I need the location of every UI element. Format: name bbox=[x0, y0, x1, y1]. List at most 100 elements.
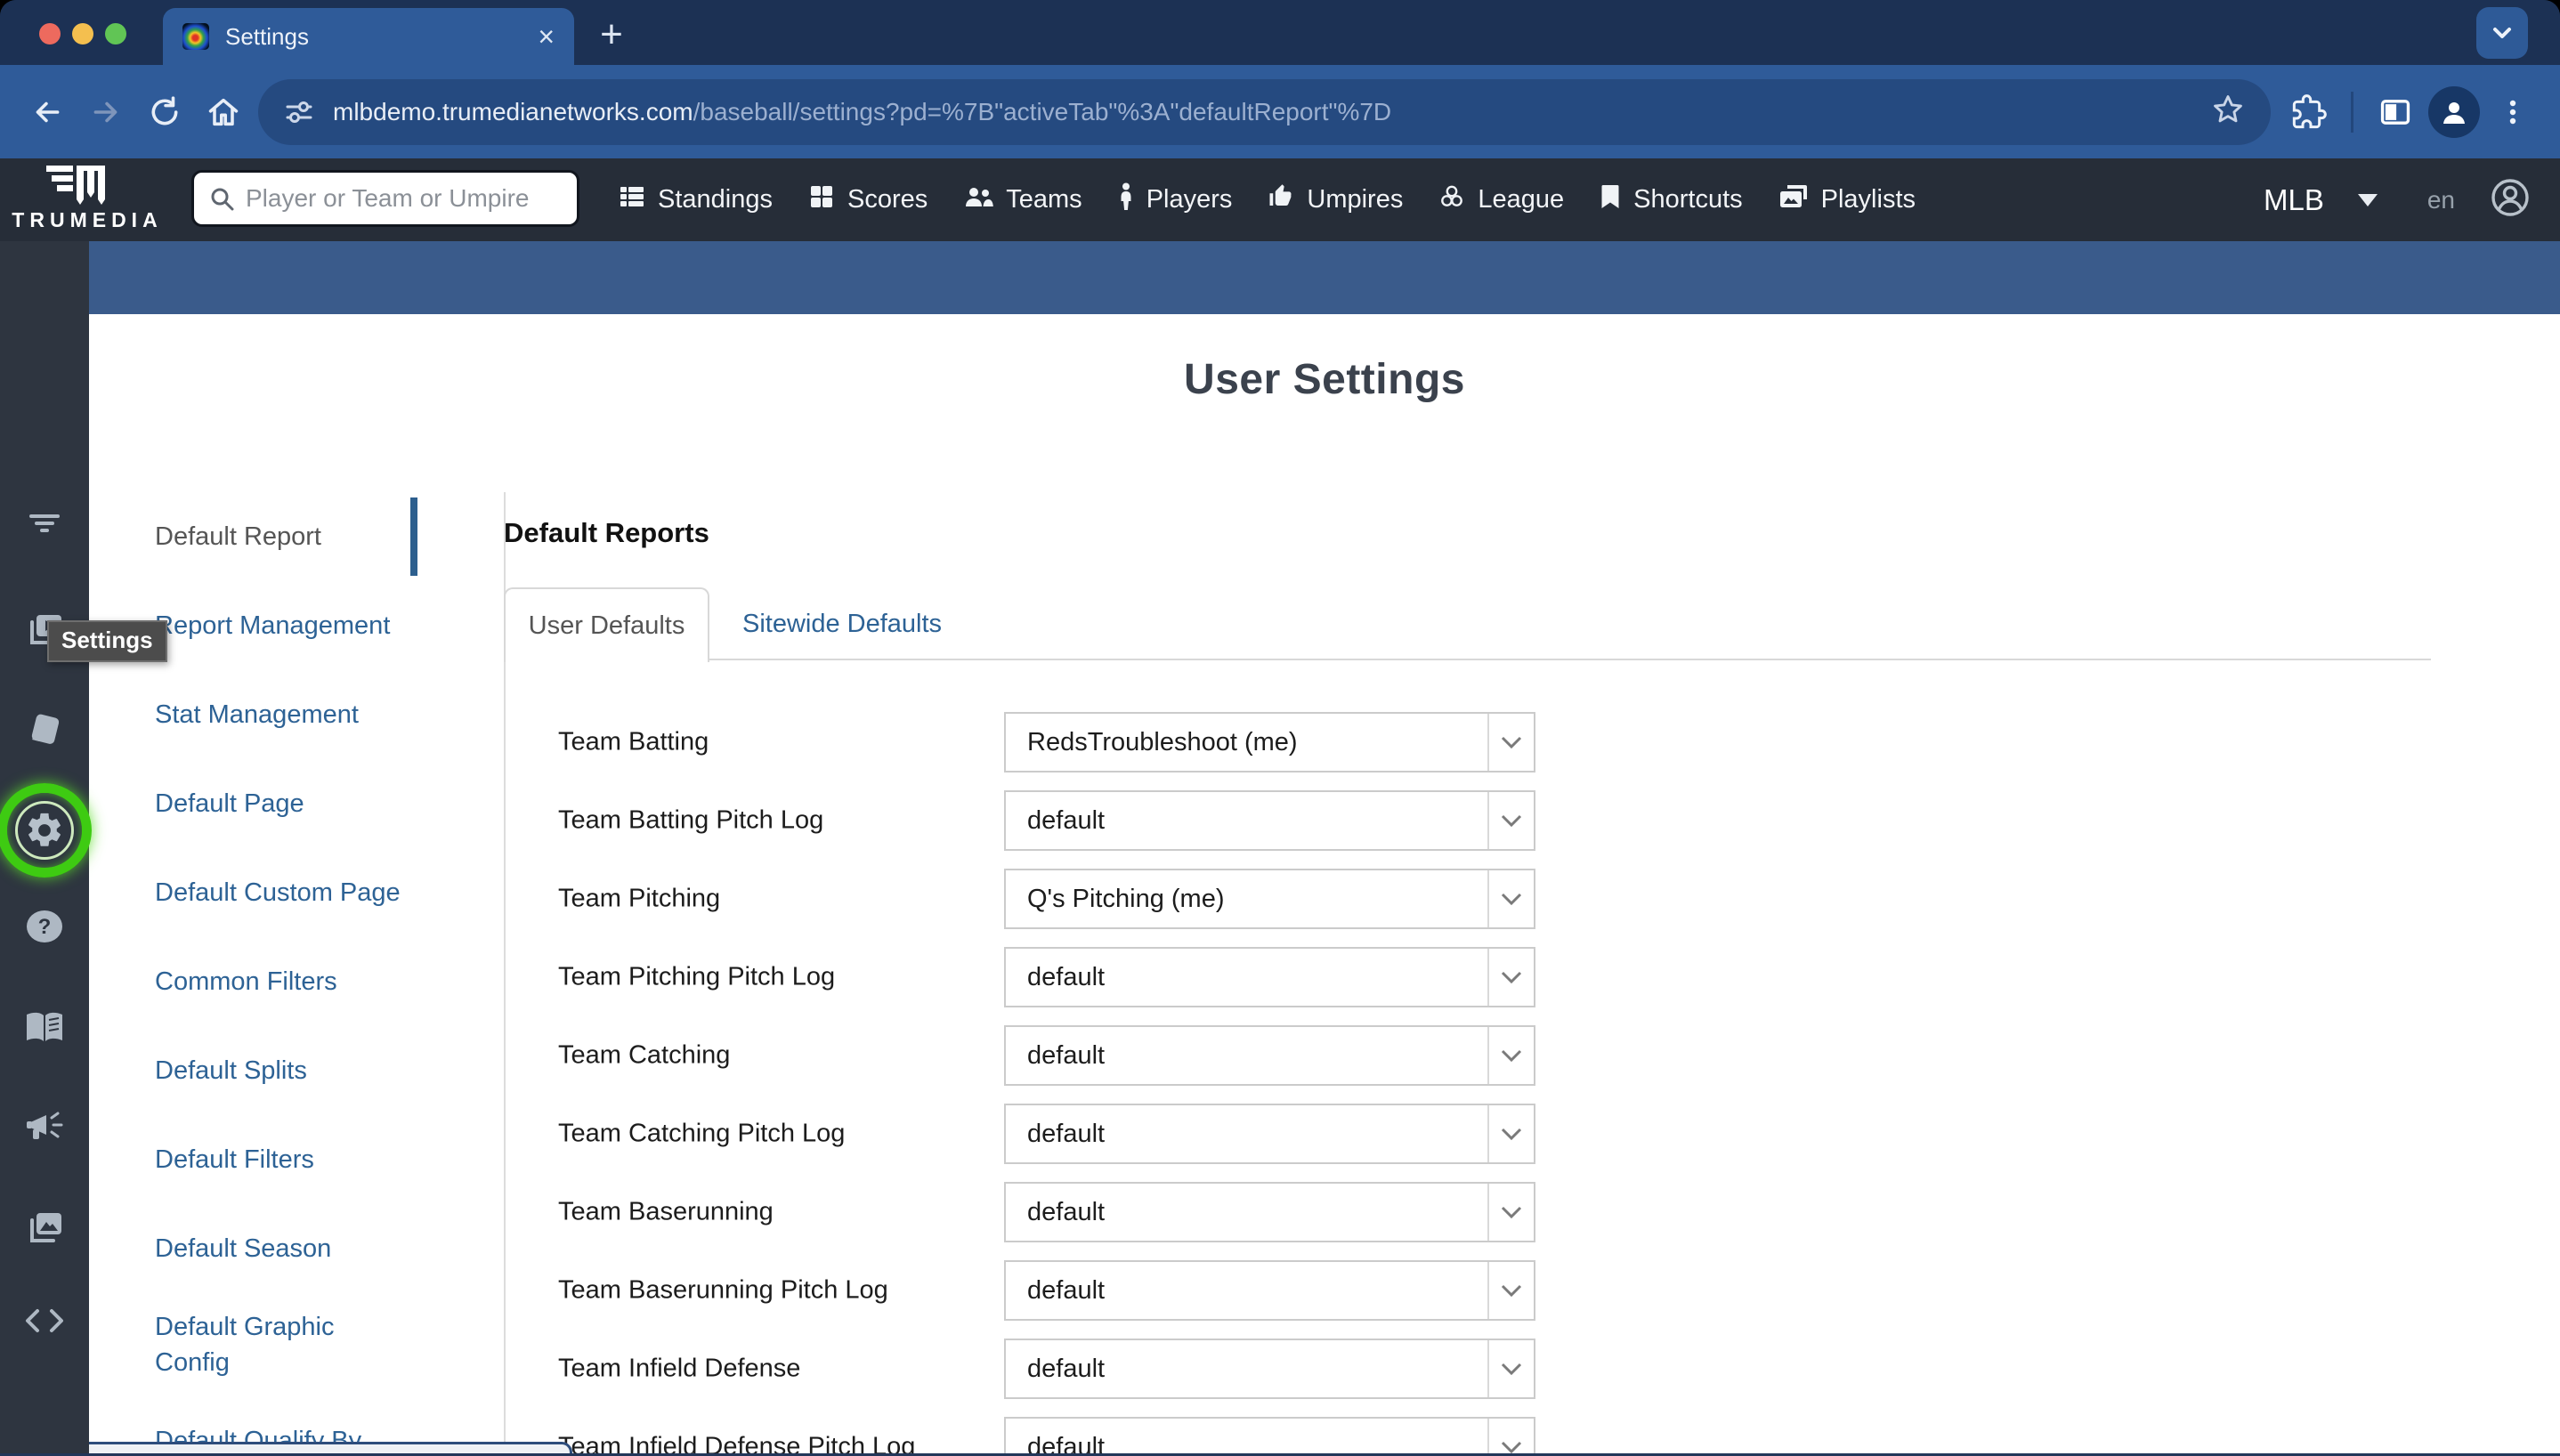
search-icon bbox=[208, 185, 235, 212]
svg-text:?: ? bbox=[38, 915, 52, 939]
form-row: Team Baserunning default bbox=[504, 1173, 2560, 1251]
form-select[interactable]: RedsTroubleshoot (me) bbox=[1004, 712, 1535, 772]
menu-item-link[interactable]: Stat Management bbox=[155, 697, 359, 732]
form-select[interactable]: default bbox=[1004, 947, 1535, 1007]
select-chevron-zone bbox=[1487, 792, 1534, 849]
browser-profile-button[interactable] bbox=[2425, 83, 2483, 142]
select-value: default bbox=[1027, 1276, 1105, 1306]
filter-icon bbox=[27, 510, 62, 541]
nav-item-umpires[interactable]: Umpires bbox=[1268, 183, 1403, 217]
select-value: default bbox=[1027, 1355, 1105, 1384]
site-favicon bbox=[182, 23, 209, 50]
form-select[interactable]: default bbox=[1004, 1182, 1535, 1242]
bookmark-button[interactable] bbox=[2210, 92, 2246, 132]
umpires-icon bbox=[1268, 183, 1294, 217]
select-value: default bbox=[1027, 806, 1105, 836]
form-label: Team Baserunning bbox=[558, 1198, 774, 1227]
browser-tabstrip: Settings × + bbox=[0, 0, 2560, 65]
sidebar-button-images[interactable] bbox=[0, 1209, 89, 1252]
form-select[interactable]: Q's Pitching (me) bbox=[1004, 869, 1535, 929]
menu-item-link[interactable]: Report Management bbox=[155, 608, 390, 643]
league-selector[interactable]: MLB bbox=[2264, 183, 2378, 217]
settings-menu: Default Report Report Management Stat Mana… bbox=[155, 492, 415, 1456]
nav-item-teams[interactable]: Teams bbox=[963, 183, 1082, 217]
main-content: User Settings Default ReportReport Manag… bbox=[89, 314, 2560, 1456]
nav-item-league[interactable]: League bbox=[1438, 183, 1564, 217]
search-input[interactable] bbox=[246, 184, 548, 213]
tab-close-icon[interactable]: × bbox=[538, 23, 555, 50]
menu-item-link[interactable]: Common Filters bbox=[155, 964, 337, 999]
trumedia-logo-text: TRUMEDIA bbox=[12, 208, 162, 232]
menu-item-link[interactable]: Default Splits bbox=[155, 1053, 307, 1088]
menu-item-link[interactable]: Default Filters bbox=[155, 1142, 314, 1177]
url-text: mlbdemo.trumedianetworks.com/baseball/se… bbox=[333, 98, 1391, 126]
nav-item-standings[interactable]: Standings bbox=[619, 183, 773, 217]
form-select[interactable]: default bbox=[1004, 790, 1535, 851]
bookmark-star-icon bbox=[2210, 92, 2246, 127]
browser-menu-button[interactable] bbox=[2483, 83, 2542, 142]
form-select[interactable]: default bbox=[1004, 1260, 1535, 1321]
address-bar[interactable]: mlbdemo.trumedianetworks.com/baseball/se… bbox=[258, 79, 2271, 145]
profile-icon bbox=[2438, 96, 2470, 128]
nav-item-shortcuts[interactable]: Shortcuts bbox=[1600, 183, 1743, 217]
form-select[interactable]: default bbox=[1004, 1339, 1535, 1399]
select-value: default bbox=[1027, 1120, 1105, 1149]
global-search[interactable] bbox=[191, 170, 579, 227]
side-panel-icon bbox=[2378, 94, 2413, 130]
nav-item-playlists[interactable]: Playlists bbox=[1778, 183, 1916, 217]
back-button[interactable] bbox=[18, 83, 77, 142]
tab-user-defaults[interactable]: User Defaults bbox=[504, 587, 709, 662]
settings-menu-item: Default Page bbox=[155, 759, 415, 848]
maximize-window-button[interactable] bbox=[105, 23, 126, 44]
league-label: MLB bbox=[2264, 183, 2324, 217]
select-chevron-zone bbox=[1487, 949, 1534, 1006]
select-chevron-zone bbox=[1487, 1419, 1534, 1456]
form-select[interactable]: default bbox=[1004, 1025, 1535, 1086]
settings-menu-item: Report Management bbox=[155, 581, 415, 670]
nav-item-label: Shortcuts bbox=[1633, 185, 1743, 214]
trumedia-logo[interactable]: TRUMEDIA bbox=[7, 164, 167, 232]
home-button[interactable] bbox=[194, 83, 253, 142]
extensions-button[interactable] bbox=[2280, 83, 2338, 142]
menu-item-label[interactable]: Default Report bbox=[155, 519, 321, 554]
reload-button[interactable] bbox=[135, 83, 194, 142]
settings-menu-item: Default Report bbox=[155, 492, 415, 581]
chevron-down-icon bbox=[1501, 971, 1522, 983]
form-select[interactable]: default bbox=[1004, 1104, 1535, 1164]
url-host: mlbdemo.trumedianetworks.com bbox=[333, 98, 693, 125]
new-tab-button[interactable]: + bbox=[589, 12, 634, 57]
sidebar-button-filter[interactable] bbox=[0, 510, 89, 541]
nav-item-scores[interactable]: Scores bbox=[808, 183, 928, 217]
tab-sitewide-defaults[interactable]: Sitewide Defaults bbox=[742, 587, 942, 660]
tab-search-chevron-icon bbox=[2487, 18, 2517, 48]
extensions-icon bbox=[2291, 94, 2327, 130]
sidebar-button-megaphone[interactable] bbox=[0, 1109, 89, 1149]
menu-dots-icon bbox=[2498, 97, 2528, 127]
form-select[interactable]: default bbox=[1004, 1417, 1535, 1456]
menu-item-link[interactable]: Default Graphic Config bbox=[155, 1309, 415, 1380]
minimize-window-button[interactable] bbox=[72, 23, 93, 44]
menu-item-link[interactable]: Default Season bbox=[155, 1231, 331, 1266]
sidebar-button-help[interactable]: ? bbox=[0, 909, 89, 949]
account-button[interactable] bbox=[2489, 176, 2532, 223]
trumedia-logo-mark bbox=[34, 164, 141, 206]
chevron-down-icon bbox=[2358, 194, 2378, 206]
sidebar-button-book[interactable] bbox=[0, 1011, 89, 1049]
account-icon bbox=[2489, 176, 2532, 219]
sidebar-button-cards[interactable] bbox=[0, 709, 89, 753]
form-label: Team Batting Pitch Log bbox=[558, 806, 823, 836]
select-chevron-zone bbox=[1487, 1184, 1534, 1241]
browser-tab-settings[interactable]: Settings × bbox=[163, 8, 574, 65]
sidebar-button-code[interactable] bbox=[0, 1307, 89, 1339]
forward-button[interactable] bbox=[77, 83, 135, 142]
megaphone-icon bbox=[25, 1109, 64, 1149]
menu-item-link[interactable]: Default Custom Page bbox=[155, 875, 401, 910]
tab-search-button[interactable] bbox=[2476, 7, 2528, 59]
nav-item-players[interactable]: Players bbox=[1118, 182, 1233, 218]
players-icon bbox=[1118, 182, 1134, 218]
settings-menu-item: Common Filters bbox=[155, 937, 415, 1026]
menu-item-link[interactable]: Default Page bbox=[155, 786, 304, 821]
close-window-button[interactable] bbox=[39, 23, 61, 44]
side-panel-button[interactable] bbox=[2366, 83, 2425, 142]
language-label[interactable]: en bbox=[2427, 186, 2455, 214]
